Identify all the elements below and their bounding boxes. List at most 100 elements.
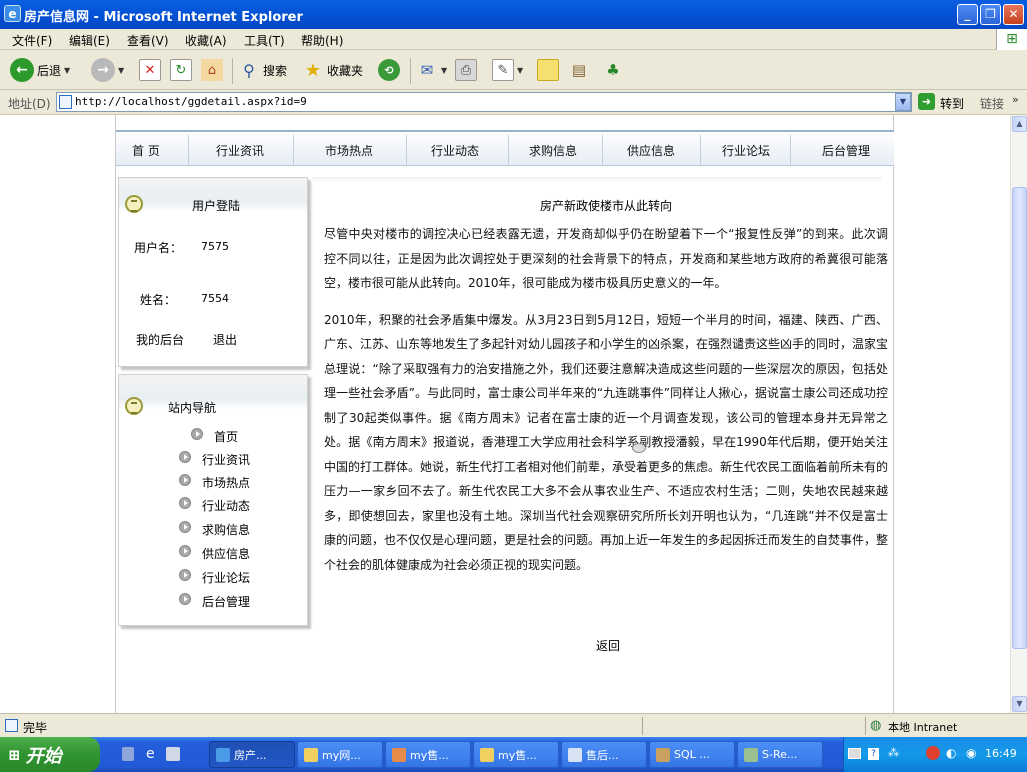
go-arrow-icon[interactable]: ➜ [918,93,935,110]
login-title: 用户登陆 [192,199,241,213]
ie-quicklaunch-icon[interactable]: e [146,746,155,762]
scroll-up-icon[interactable]: ▲ [1012,116,1027,132]
nav-admin[interactable]: 后台管理 [822,142,870,159]
network-icon[interactable]: ◐ [946,746,956,760]
search-icon: ⚲ [243,60,255,80]
close-button[interactable]: ✕ [1003,4,1024,25]
quicklaunch-icon[interactable] [122,747,134,761]
scroll-thumb[interactable] [1012,187,1027,649]
menu-edit[interactable]: 编辑(E) [69,32,110,49]
task-button-app[interactable]: my售... [385,741,471,768]
name-label: 姓名： [140,293,177,307]
stop-button[interactable]: ✕ [139,57,161,83]
site-nav-forum[interactable]: 行业论坛 [202,569,250,586]
history-button[interactable]: ⟲ [378,57,400,83]
vertical-scrollbar[interactable]: ▲ ▼ [1010,115,1027,713]
discuss-button[interactable] [537,57,559,83]
messenger-button[interactable]: ♣ [602,57,624,83]
print-button[interactable]: ⎙ [455,57,477,83]
task-button-document[interactable]: 售后... [561,741,647,768]
volume-icon[interactable]: ⁂ [888,746,899,759]
go-button[interactable]: 转到 [940,95,964,112]
menu-tools[interactable]: 工具(T) [244,32,285,49]
windows-logo-icon: ⊞ [996,29,1027,50]
menu-favorites[interactable]: 收藏(A) [185,32,227,49]
task-label: 售后... [586,748,619,762]
keyboard-icon[interactable] [848,748,861,759]
article: 房产新政使楼市从此转向 尽管中央对楼市的调控决心已经表露无遗，开发商却似乎仍在盼… [324,177,888,577]
back-button[interactable]: ← 后退 ▼ [10,57,70,83]
mouse-cursor-icon [632,443,646,453]
nav-supply-info[interactable]: 供应信息 [627,142,675,159]
chevron-down-icon: ▼ [118,65,125,75]
task-label: my售... [498,748,537,762]
home-button[interactable]: ⌂ [201,57,223,83]
username-value: 7575 [201,240,229,253]
window-titlebar[interactable]: e 房产信息网 - Microsoft Internet Explorer _ … [0,0,1027,29]
task-button-folder[interactable]: my售... [473,741,559,768]
links-button[interactable]: 链接 [980,95,1004,112]
task-label: my网... [322,748,361,762]
back-link[interactable]: 返回 [596,637,620,654]
logout-link[interactable]: 退出 [213,331,237,348]
status-bar: 完毕 ◍ 本地 Intranet [0,713,1027,737]
nav-market-hot[interactable]: 市场热点 [325,142,373,159]
menu-file[interactable]: 文件(F) [12,32,52,49]
nav-buy-info[interactable]: 求购信息 [529,142,577,159]
research-icon: ▤ [571,61,587,79]
menu-view[interactable]: 查看(V) [127,32,169,49]
forward-button[interactable]: → ▼ [91,57,124,83]
refresh-button[interactable]: ↻ [170,57,192,83]
maximize-button[interactable]: ❐ [980,4,1001,25]
windows-flag-icon: ⊞ [8,745,21,764]
toolbar-separator [232,58,233,84]
site-nav-admin[interactable]: 后台管理 [202,593,250,610]
task-button-folder[interactable]: my网... [297,741,383,768]
intranet-icon: ◍ [870,718,882,733]
research-button[interactable]: ▤ [568,57,590,83]
task-button-editor[interactable]: S-Re... [737,741,823,768]
address-input[interactable]: http://localhost/ggdetail.aspx?id=9 [56,92,912,112]
status-text: 完毕 [23,721,48,735]
site-nav-panel: 站内导航 首页 行业资讯 市场热点 行业动态 求购信息 供应信息 行业论坛 后台… [118,374,308,626]
task-button-ie[interactable]: 房产... [209,741,295,768]
clock[interactable]: 16:49 [985,747,1017,760]
chevron-right-icon[interactable]: » [1012,93,1019,106]
scroll-down-icon[interactable]: ▼ [1012,696,1027,712]
nav-home[interactable]: 首 页 [132,142,160,159]
edit-button[interactable]: ✎ ▼ [492,57,523,83]
security-icon[interactable]: ◉ [966,746,976,760]
nav-industry-news[interactable]: 行业资讯 [216,142,264,159]
minimize-button[interactable]: _ [957,4,978,25]
bullet-icon [179,545,191,557]
help-icon[interactable]: ? [868,748,879,760]
site-nav-market-hot[interactable]: 市场热点 [202,474,250,491]
mail-icon: ✉ [420,61,434,79]
nav-forum[interactable]: 行业论坛 [722,142,770,159]
desktop-icon[interactable] [166,747,180,761]
address-dropdown-button[interactable]: ▼ [895,93,911,111]
window-title: 房产信息网 - Microsoft Internet Explorer [24,10,303,25]
nav-separator [790,135,791,165]
mail-button[interactable]: ✉ ▼ [416,57,447,83]
page-frame: 首 页 行业资讯 市场热点 行业动态 求购信息 供应信息 行业论坛 后台管理 用… [115,115,894,713]
site-nav-home[interactable]: 首页 [214,428,238,445]
start-label: 开始 [25,745,62,767]
chevron-down-icon: ▼ [517,65,524,75]
nav-separator [293,135,294,165]
task-button-sql[interactable]: SQL ... [649,741,735,768]
nav-industry-trends[interactable]: 行业动态 [431,142,479,159]
site-nav-supply-info[interactable]: 供应信息 [202,545,250,562]
toolbar-separator [410,58,411,84]
print-icon: ⎙ [455,59,477,81]
menu-help[interactable]: 帮助(H) [301,32,343,49]
tray-app-icon[interactable] [926,746,940,760]
my-backend-link[interactable]: 我的后台 [136,331,184,348]
site-nav-buy-info[interactable]: 求购信息 [202,521,250,538]
nav-separator [602,135,603,165]
search-button[interactable]: ⚲ 搜索 [238,57,287,83]
site-nav-industry-trends[interactable]: 行业动态 [202,497,250,514]
start-button[interactable]: ⊞ 开始 [0,737,100,772]
site-nav-industry-news[interactable]: 行业资讯 [202,451,250,468]
favorites-button[interactable]: ★ 收藏夹 [302,57,363,83]
